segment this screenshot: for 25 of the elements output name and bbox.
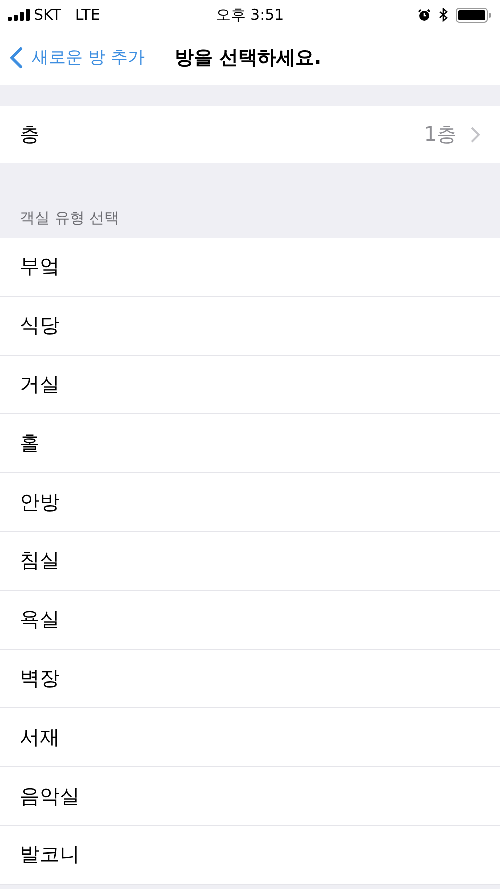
status-time: 오후 3:51 [216,6,284,24]
room-type-item[interactable]: 발코니 [0,826,500,885]
floor-label: 층 [20,121,40,148]
screen-title: 방을 선택하세요. [174,46,322,70]
room-type-item[interactable]: 홀 [0,414,500,474]
bluetooth-icon [439,8,448,22]
floor-row[interactable]: 층 1층 [0,106,500,163]
room-type-item[interactable]: 벽장 [0,650,500,708]
battery-icon [456,8,492,22]
floor-value: 1층 [424,121,457,148]
room-type-item[interactable]: 음악실 [0,767,500,826]
room-type-item[interactable]: 서재 [0,708,500,768]
room-type-item[interactable]: 안방 [0,473,500,532]
chevron-left-icon [10,46,23,68]
chevron-right-icon [471,126,480,142]
room-type-item[interactable]: 식당 [0,296,500,356]
section-header: 객실 유형 선택 [20,209,120,228]
carrier-name: SKT [34,6,62,24]
room-type-item[interactable]: 욕실 [0,590,500,650]
room-type-item[interactable]: 부엌 [0,238,500,297]
signal-icon [8,9,30,21]
room-type-item[interactable]: 침실 [0,532,500,591]
alarm-icon [418,8,431,22]
room-type-item[interactable]: 거실 [0,356,500,414]
network-type: LTE [75,6,100,24]
